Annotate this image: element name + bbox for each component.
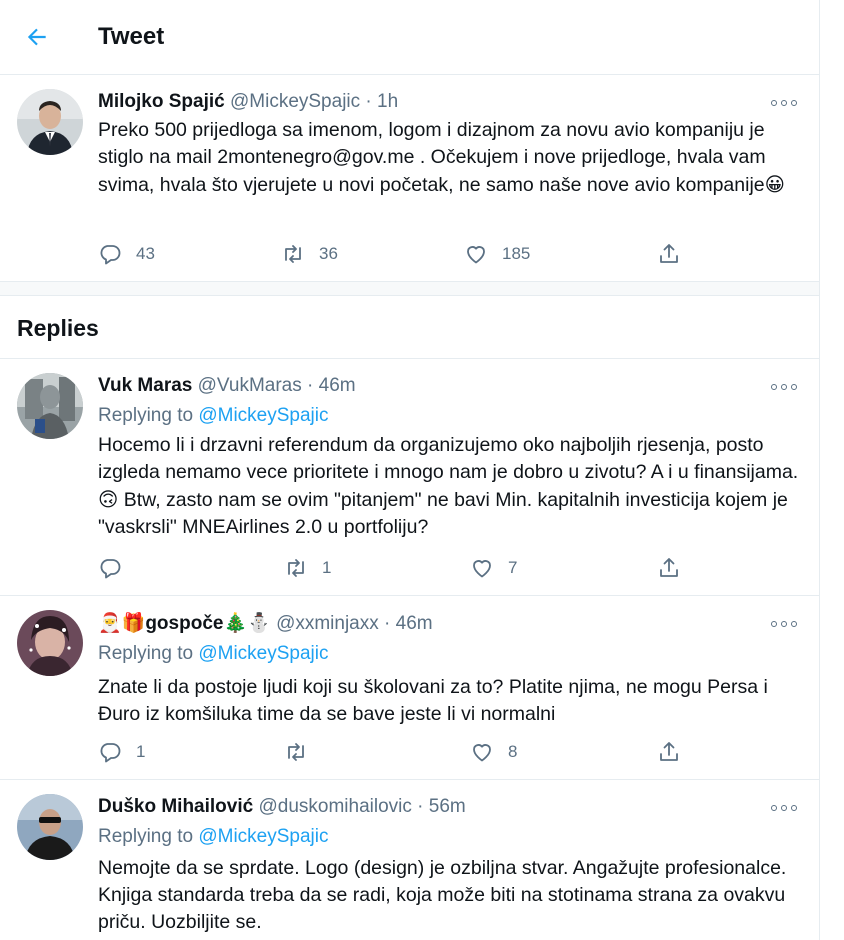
back-arrow-icon bbox=[27, 28, 46, 46]
reply-count: 1 bbox=[136, 742, 146, 761]
reply-tweet[interactable]: Duško Mihailović @duskomihailovic · 56m … bbox=[0, 780, 819, 940]
retweet-button[interactable]: 1 bbox=[284, 553, 331, 583]
like-icon bbox=[467, 246, 485, 264]
tweet-text: Hocemo li i drzavni referendum da organi… bbox=[98, 432, 805, 541]
more-icon[interactable] bbox=[771, 614, 797, 634]
like-count: 185 bbox=[502, 244, 531, 263]
tweet-actions: 1 8 bbox=[98, 737, 698, 767]
share-icon bbox=[660, 244, 678, 263]
reply-icon bbox=[100, 559, 121, 579]
retweet-icon bbox=[288, 743, 304, 761]
more-icon[interactable] bbox=[771, 93, 797, 113]
more-icon[interactable] bbox=[771, 798, 797, 818]
share-button[interactable] bbox=[657, 737, 681, 767]
replying-to-handle[interactable]: @MickeySpajic bbox=[198, 643, 328, 664]
tweet-time[interactable]: · 46m bbox=[307, 375, 356, 396]
avatar[interactable] bbox=[17, 610, 83, 676]
tweet-time[interactable]: · 1h bbox=[365, 91, 398, 112]
replying-to: Replying to @MickeySpajic bbox=[98, 402, 805, 430]
tweet-meta: Vuk Maras @VukMaras · 46m bbox=[98, 373, 805, 399]
like-button[interactable]: 185 bbox=[464, 239, 530, 269]
retweet-icon bbox=[285, 245, 301, 263]
share-button[interactable] bbox=[657, 239, 681, 269]
reply-tweet[interactable]: Vuk Maras @VukMaras · 46m Replying to @M… bbox=[0, 359, 819, 596]
tweet-text: Nemojte da se sprdate. Logo (design) je … bbox=[98, 857, 787, 933]
name-emoji: 🎅🎁 bbox=[98, 612, 146, 634]
replying-to-handle[interactable]: @MickeySpajic bbox=[198, 826, 328, 847]
page-title: Tweet bbox=[98, 23, 165, 50]
tweet-text: Preko 500 prijedloga sa imenom, logom i … bbox=[98, 117, 805, 199]
tweet-actions: 1 7 bbox=[98, 553, 698, 583]
page-header: Tweet bbox=[0, 0, 819, 75]
reply-icon bbox=[100, 743, 121, 763]
author-handle[interactable]: @VukMaras bbox=[198, 375, 302, 396]
author-name[interactable]: Vuk Maras bbox=[98, 375, 192, 396]
reply-button[interactable] bbox=[98, 553, 136, 583]
replying-to-label: Replying to bbox=[98, 405, 194, 426]
main-tweet[interactable]: Milojko Spajić @MickeySpajic · 1h Preko … bbox=[0, 75, 819, 282]
like-icon bbox=[473, 560, 491, 578]
avatar[interactable] bbox=[17, 373, 83, 439]
replying-to-label: Replying to bbox=[98, 643, 194, 664]
share-icon bbox=[660, 558, 678, 577]
like-count: 8 bbox=[508, 742, 518, 761]
tweet-text-body: Hocemo li i drzavni referendum da organi… bbox=[98, 434, 799, 483]
name-emoji: 🎄⛄ bbox=[223, 612, 271, 634]
tweet-text-body: Btw, zasto nam se ovim "pitanjem" ne bav… bbox=[98, 489, 788, 538]
reply-tweet[interactable]: 🎅🎁gospoče🎄⛄ @xxminjaxx · 46m Replying to… bbox=[0, 596, 819, 780]
like-button[interactable]: 7 bbox=[470, 553, 517, 583]
replying-to: Replying to @MickeySpajic bbox=[98, 823, 805, 851]
section-gap bbox=[0, 282, 819, 296]
retweet-count: 1 bbox=[322, 558, 332, 577]
upside-down-emoji: 🙃 bbox=[98, 488, 119, 511]
tweet-column: Tweet Milojko Spajić @MickeySpajic · 1h … bbox=[0, 0, 820, 940]
author-handle[interactable]: @xxminjaxx bbox=[276, 613, 379, 634]
retweet-button[interactable] bbox=[284, 737, 322, 767]
author-handle[interactable]: @MickeySpajic bbox=[230, 91, 360, 112]
replying-to-label: Replying to bbox=[98, 826, 194, 847]
author-name[interactable]: Milojko Spajić bbox=[98, 91, 225, 112]
tweet-meta: Duško Mihailović @duskomihailovic · 56m bbox=[98, 794, 805, 820]
author-name[interactable]: gospoče bbox=[145, 613, 223, 634]
tweet-time[interactable]: · 46m bbox=[384, 613, 433, 634]
author-name[interactable]: Duško Mihailović bbox=[98, 796, 253, 817]
like-button[interactable]: 8 bbox=[470, 737, 517, 767]
retweet-icon bbox=[288, 559, 304, 577]
more-icon[interactable] bbox=[771, 377, 797, 397]
back-button[interactable] bbox=[0, 0, 75, 75]
tweet-text-body: Preko 500 prijedloga sa imenom, logom i … bbox=[98, 119, 766, 196]
reply-button[interactable]: 43 bbox=[98, 239, 155, 269]
tweet-meta: 🎅🎁gospoče🎄⛄ @xxminjaxx · 46m bbox=[98, 610, 805, 637]
like-count: 7 bbox=[508, 558, 518, 577]
tweet-meta: Milojko Spajić @MickeySpajic · 1h bbox=[98, 89, 805, 115]
replies-heading: Replies bbox=[17, 315, 99, 341]
author-handle[interactable]: @duskomihailovic bbox=[258, 796, 411, 817]
retweet-count: 36 bbox=[319, 244, 338, 263]
like-icon bbox=[473, 744, 491, 762]
avatar[interactable] bbox=[17, 89, 83, 155]
grin-emoji: 😀 bbox=[764, 173, 785, 196]
tweet-text: Znate li da postoje ljudi koji su školov… bbox=[98, 676, 768, 725]
tweet-time[interactable]: · 56m bbox=[417, 796, 466, 817]
replying-to: Replying to @MickeySpajic bbox=[98, 640, 805, 668]
share-button[interactable] bbox=[657, 553, 681, 583]
retweet-button[interactable]: 36 bbox=[281, 239, 338, 269]
share-icon bbox=[660, 742, 678, 761]
reply-button[interactable]: 1 bbox=[98, 737, 145, 767]
reply-count: 43 bbox=[136, 244, 155, 263]
replying-to-handle[interactable]: @MickeySpajic bbox=[198, 405, 328, 426]
tweet-actions: 43 36 185 bbox=[98, 239, 698, 269]
avatar[interactable] bbox=[17, 794, 83, 860]
reply-icon bbox=[100, 245, 121, 265]
